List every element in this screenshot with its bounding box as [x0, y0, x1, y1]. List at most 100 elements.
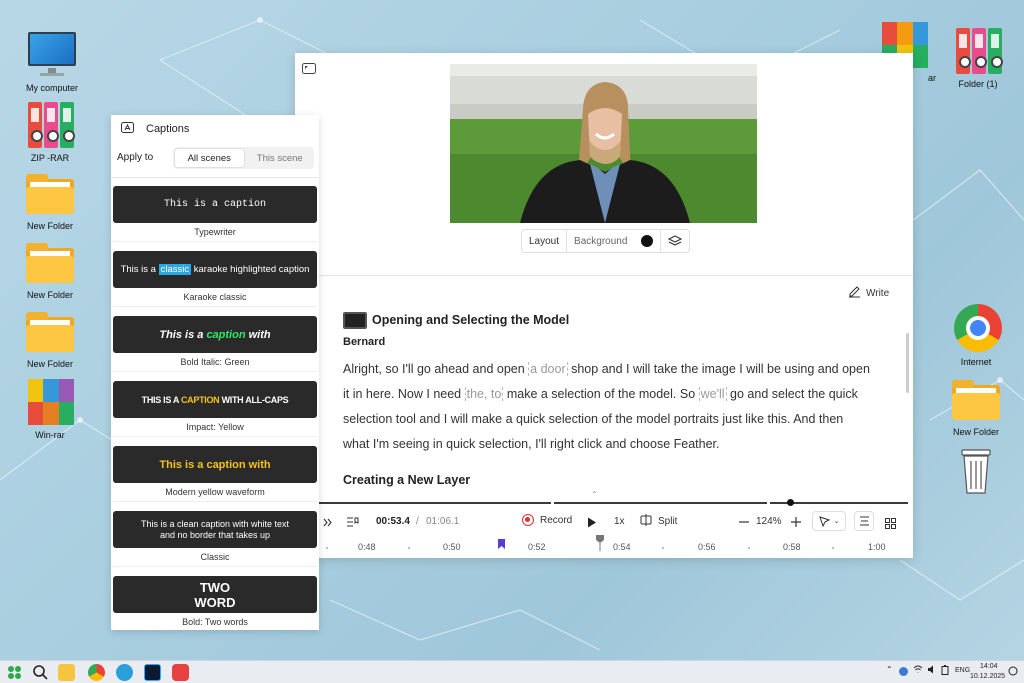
- caption-style-bold-italic-green[interactable]: This is a caption with Bold Italic: Gree…: [113, 316, 317, 373]
- removed-word[interactable]: we'll: [698, 387, 727, 401]
- file-explorer-icon[interactable]: [58, 664, 75, 681]
- ruler-tick-label: 1:00: [868, 542, 886, 552]
- captions-header: Captions: [121, 122, 189, 136]
- chrome-taskbar-icon[interactable]: [88, 664, 105, 681]
- expand-icon[interactable]: [320, 514, 336, 530]
- zoom-out-icon[interactable]: [736, 514, 752, 530]
- ruler-tick-label: 0:56: [698, 542, 716, 552]
- captions-icon: [121, 122, 134, 136]
- desktop-icon-new-folder-right[interactable]: New Folder: [940, 374, 1012, 438]
- caption-style-classic[interactable]: This is a clean caption with white text …: [113, 511, 317, 568]
- wifi-icon[interactable]: [913, 665, 923, 676]
- preview-text: This is a: [159, 328, 207, 341]
- desktop-icon-new-folder-1[interactable]: New Folder: [14, 168, 86, 232]
- layers-icon[interactable]: [661, 230, 689, 252]
- playhead-marker[interactable]: [596, 535, 604, 553]
- ruler-tick-label: 0:58: [783, 542, 801, 552]
- folder-icon: [22, 306, 78, 356]
- video-preview[interactable]: [450, 64, 757, 223]
- telegram-icon[interactable]: [116, 664, 133, 681]
- desktop-icon-my-computer[interactable]: My computer: [16, 30, 88, 94]
- caption-style-name: Bold Italic: Green: [180, 357, 250, 367]
- notification-icon[interactable]: [1008, 666, 1018, 678]
- timeline-ruler[interactable]: 0:48 0:50 0:52 0:54 0:56 0:58 1:00: [318, 535, 913, 558]
- background-color-swatch[interactable]: [641, 235, 654, 247]
- speaker-name[interactable]: Bernard: [343, 336, 385, 348]
- timeline-progress[interactable]: [318, 502, 908, 504]
- next-section-title[interactable]: Creating a New Layer: [343, 473, 470, 487]
- captions-toggle-icon[interactable]: [854, 511, 874, 531]
- ruler-tick-label: 0:52: [528, 542, 546, 552]
- caption-style-modern-yellow-waveform[interactable]: This is a caption with Modern yellow wav…: [113, 446, 317, 503]
- chrome-icon: [948, 304, 1004, 354]
- write-button[interactable]: Write: [848, 286, 889, 301]
- background-button[interactable]: Background: [567, 230, 662, 252]
- scope-this-scene[interactable]: This scene: [246, 147, 315, 169]
- play-icon[interactable]: [584, 514, 600, 530]
- caption-style-karaoke-classic[interactable]: This is a classic karaoke highlighted ca…: [113, 251, 317, 308]
- playhead-knob[interactable]: [787, 499, 794, 506]
- cursor-icon: [818, 515, 830, 527]
- desktop-icon-zip-rar[interactable]: ZIP -RAR: [14, 100, 86, 164]
- battery-icon[interactable]: [941, 665, 949, 677]
- caption-style-name: Impact: Yellow: [186, 422, 244, 432]
- playback-controls: 00:53.4 / 01:06.1 Record 1x Split 124% ⌄: [318, 508, 913, 534]
- desktop-icon-new-folder-3[interactable]: New Folder: [14, 306, 86, 370]
- search-icon[interactable]: [32, 664, 49, 681]
- transcript-text[interactable]: Alright, so I'll go ahead and open a doo…: [343, 357, 873, 457]
- split-label: Split: [658, 516, 678, 527]
- background-label: Background: [574, 235, 628, 247]
- caption-style-name: Classic: [200, 552, 230, 562]
- photoshop-icon[interactable]: [144, 664, 161, 681]
- caption-style-typewriter[interactable]: This is a caption Typewriter: [113, 186, 317, 243]
- layout-toolbar: Layout Background: [521, 229, 691, 253]
- start-icon[interactable]: [6, 664, 23, 681]
- bookmark-icon[interactable]: [498, 539, 505, 551]
- scene-break: [551, 501, 554, 505]
- split-button[interactable]: Split: [640, 514, 677, 529]
- preview-text: with: [245, 328, 271, 341]
- desktop-icon-recycle-bin[interactable]: [940, 446, 1012, 499]
- speaker-icon[interactable]: [927, 665, 937, 676]
- language-indicator[interactable]: ENG: [955, 667, 970, 674]
- caption-style-name: Modern yellow waveform: [165, 487, 265, 497]
- removed-word[interactable]: the, to: [464, 387, 504, 401]
- desktop-icon-new-folder-2[interactable]: New Folder: [14, 237, 86, 301]
- collapse-icon[interactable]: [302, 61, 316, 79]
- pen-icon: [848, 286, 861, 301]
- layout-button[interactable]: Layout: [522, 230, 568, 252]
- captions-title: Captions: [146, 123, 190, 135]
- tray-chevron-icon[interactable]: ⌃: [886, 665, 893, 674]
- scene-title[interactable]: Opening and Selecting the Model: [372, 313, 569, 327]
- caption-style-bold-two-words[interactable]: TWO WORD Bold: Two words: [113, 576, 317, 633]
- caption-style-impact-yellow[interactable]: THIS IS A CAPTION WITH ALL-CAPS Impact: …: [113, 381, 317, 438]
- desktop-icon-internet[interactable]: Internet: [940, 304, 1012, 368]
- ruler-tick-label: 0:48: [358, 542, 376, 552]
- scrollbar[interactable]: [906, 333, 909, 393]
- clock-time[interactable]: 14:04: [980, 663, 998, 670]
- app-icon[interactable]: [172, 664, 189, 681]
- folder-icon: [22, 168, 78, 218]
- speed-button[interactable]: 1x: [614, 516, 625, 527]
- preview-text: THIS IS A: [141, 394, 181, 405]
- scene-thumbnail[interactable]: [343, 312, 367, 329]
- folder-icon: [22, 237, 78, 287]
- record-button[interactable]: Record: [522, 514, 572, 526]
- chapters-icon[interactable]: [344, 514, 360, 530]
- preview-text: This is a: [120, 264, 159, 275]
- caption-style-name: Bold: Two words: [182, 617, 248, 627]
- chevron-down-icon: ⌄: [833, 518, 840, 525]
- caption-preview: This is a caption: [113, 186, 317, 223]
- caption-style-name: Typewriter: [194, 227, 236, 237]
- desktop-icon-folder-1[interactable]: Folder (1): [942, 26, 1014, 90]
- drag-handle-icon[interactable]: ⌃: [591, 490, 598, 499]
- cursor-tool-select[interactable]: ⌄: [812, 511, 846, 531]
- removed-word[interactable]: a door: [528, 362, 568, 376]
- desktop-icon-win-rar[interactable]: Win-rar: [14, 377, 86, 441]
- zoom-in-icon[interactable]: [788, 514, 804, 530]
- clock-date[interactable]: 10.12.2025: [970, 673, 1005, 680]
- record-label: Record: [540, 514, 573, 526]
- grid-view-icon[interactable]: [882, 515, 898, 531]
- scope-all-scenes[interactable]: All scenes: [175, 149, 244, 167]
- tray-app-icon[interactable]: [899, 667, 908, 676]
